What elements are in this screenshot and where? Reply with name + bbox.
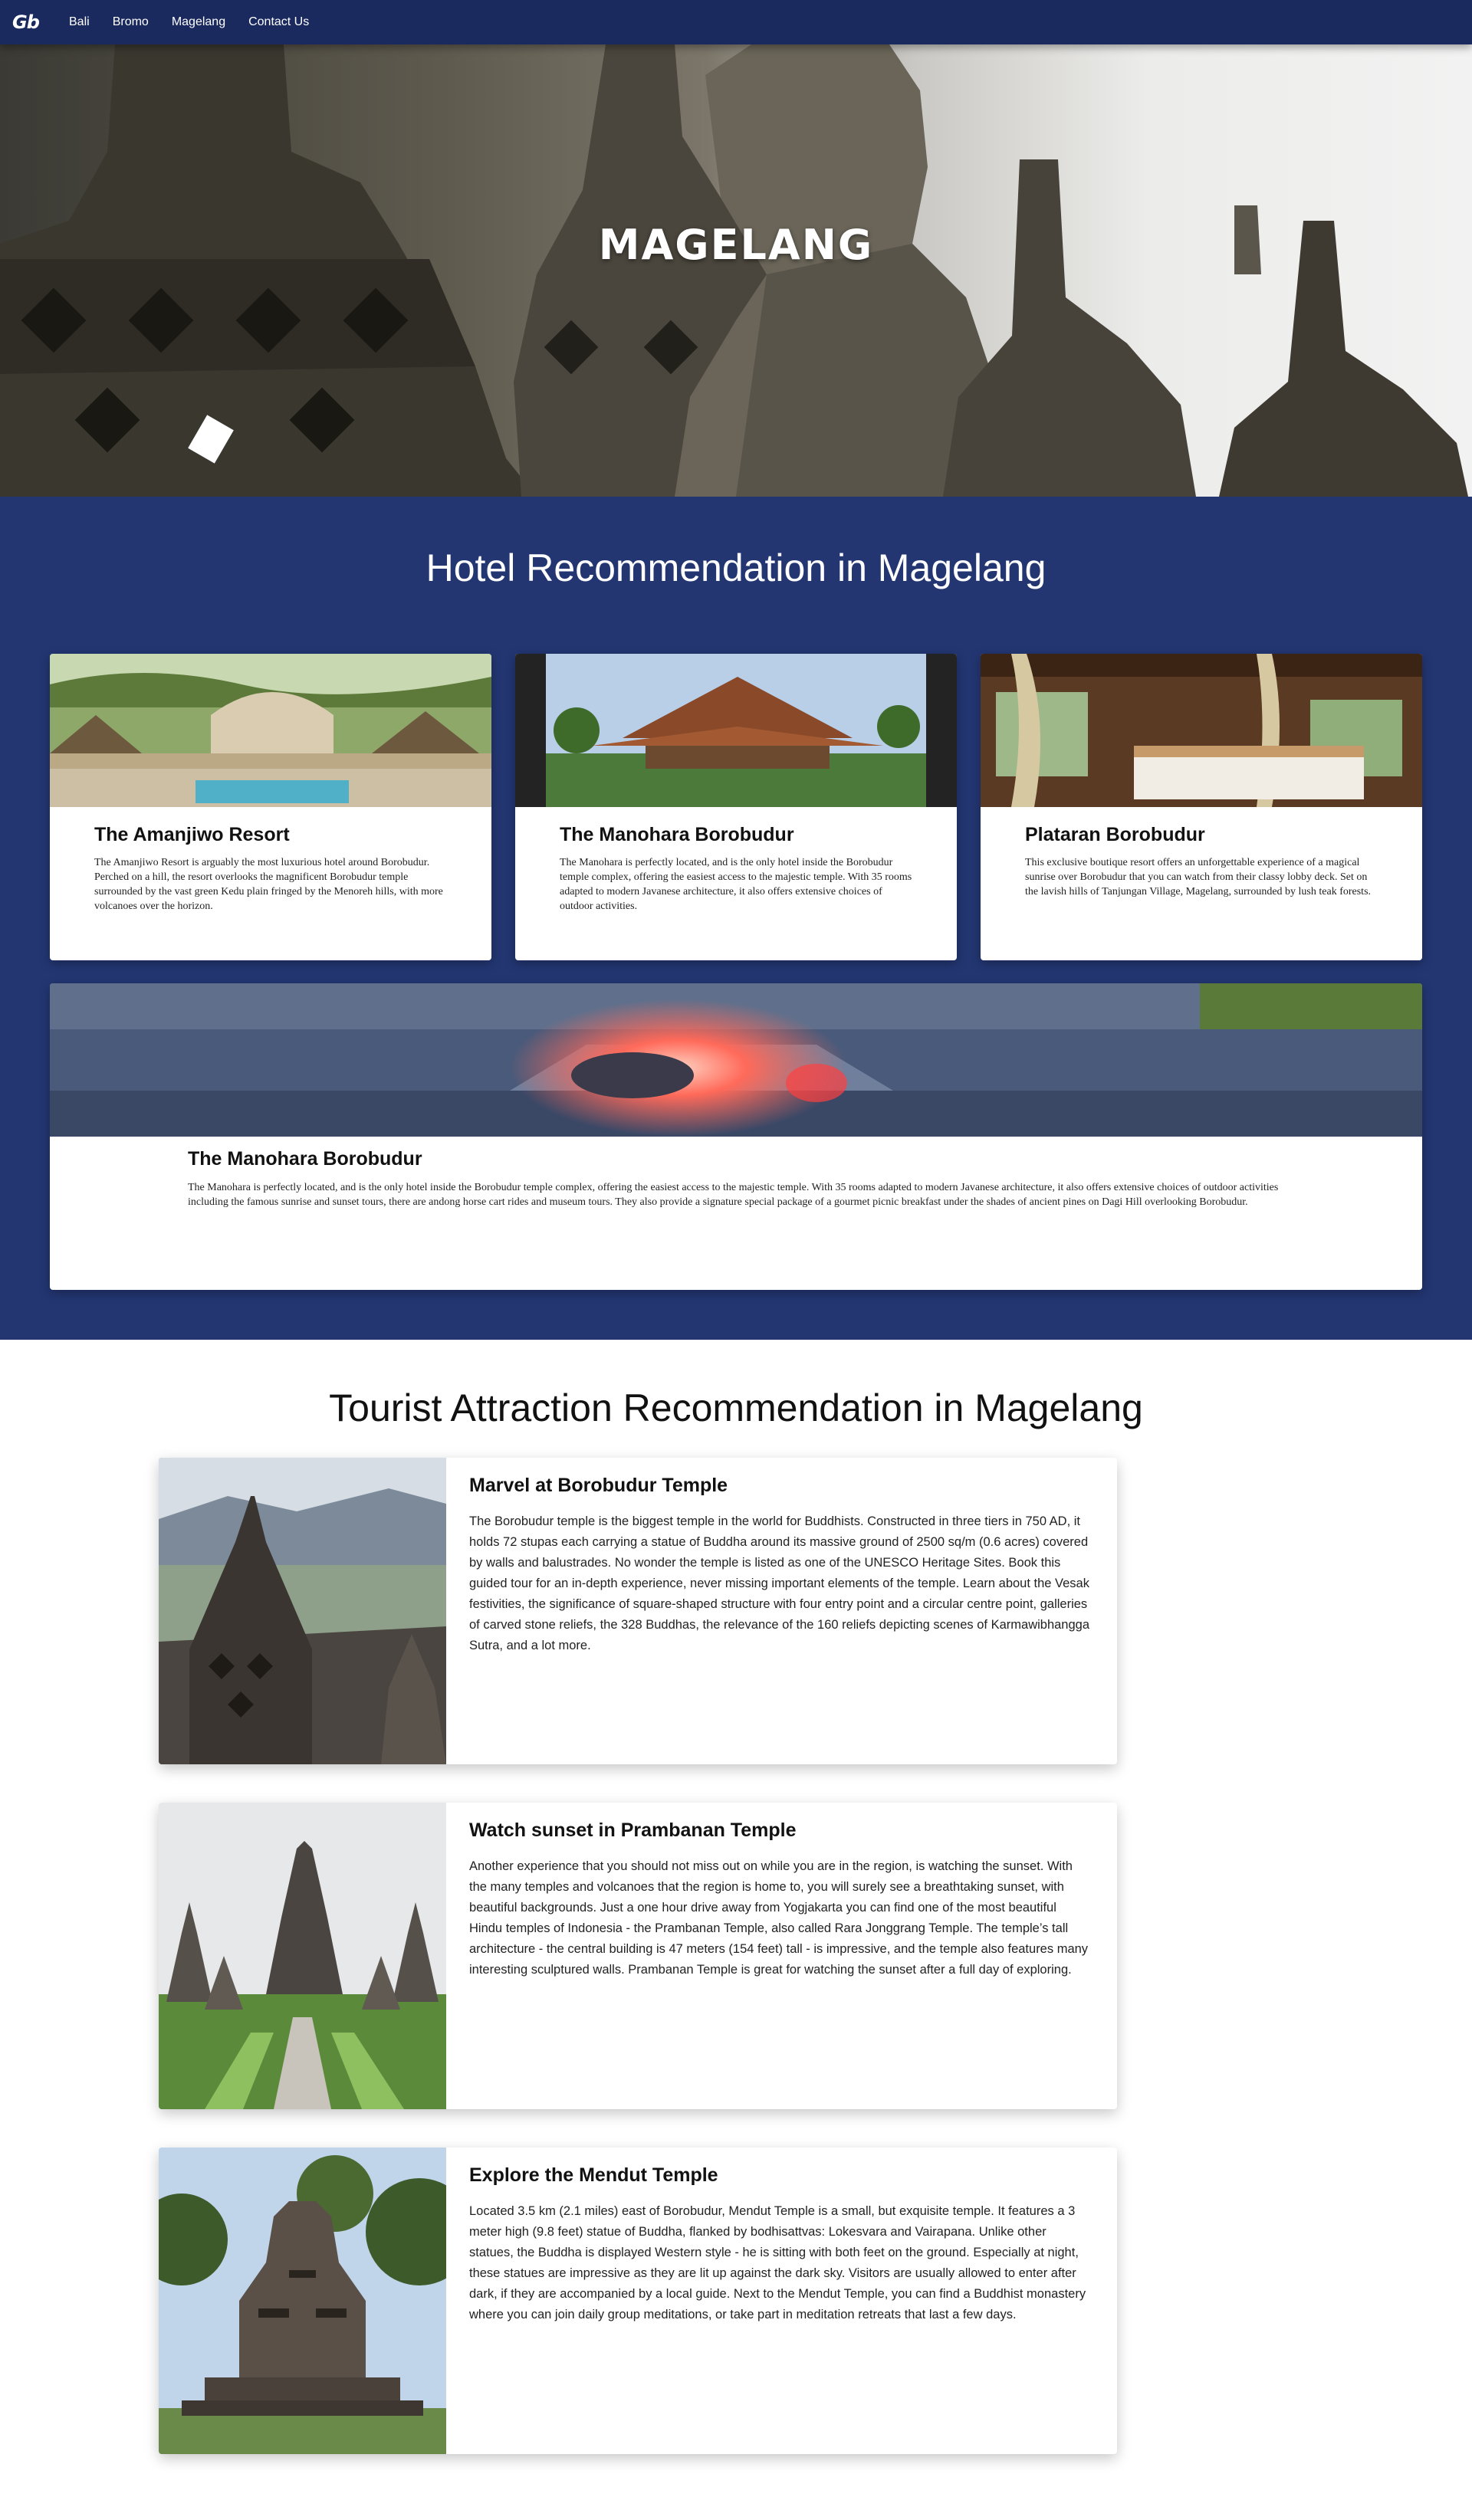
attraction-card-mendut[interactable]: Explore the Mendut Temple Located 3.5 km…: [159, 2148, 1117, 2454]
hotel-image-amanjiwo: [50, 654, 491, 807]
hotel-card-title: The Manohara Borobudur: [188, 1148, 422, 1170]
attraction-card-title: Watch sunset in Prambanan Temple: [469, 1819, 797, 1841]
hotel-card-title: The Manohara Borobudur: [560, 824, 794, 845]
hero-title: MAGELANG: [598, 221, 874, 269]
navbar: Gb Bali Bromo Magelang Contact Us: [0, 0, 1472, 44]
hotel-image-manohara-fountain: [50, 983, 1422, 1137]
attraction-card-borobudur[interactable]: Marvel at Borobudur Temple The Borobudur…: [159, 1458, 1117, 1764]
site-logo[interactable]: Gb: [12, 11, 69, 33]
hotel-section-title: Hotel Recommendation in Magelang: [426, 546, 1046, 589]
attraction-card-text: Another experience that you should not m…: [469, 1859, 1089, 1977]
hotel-card-plataran[interactable]: Plataran Borobudur This exclusive boutiq…: [981, 654, 1422, 960]
attraction-card-text: The Borobudur temple is the biggest temp…: [469, 1514, 1090, 1652]
hotel-image-manohara: [515, 654, 957, 807]
attraction-card-text: Located 3.5 km (2.1 miles) east of Borob…: [469, 2204, 1086, 2321]
hotel-card-text: The Manohara is perfectly located, and i…: [188, 1182, 1279, 1208]
hotel-card-manohara[interactable]: The Manohara Borobudur The Manohara is p…: [515, 654, 957, 960]
hotel-image-plataran: [981, 654, 1422, 807]
hotel-section: Hotel Recommendation in Magelang The Ama…: [0, 497, 1472, 1340]
nav-link-bali[interactable]: Bali: [69, 15, 90, 29]
hero-image: [0, 44, 1468, 497]
hotel-card-manohara-wide[interactable]: The Manohara Borobudur The Manohara is p…: [50, 983, 1422, 1290]
attraction-image-borobudur: [159, 1458, 446, 1764]
attraction-image-mendut: [159, 2148, 446, 2454]
attraction-card-prambanan[interactable]: Watch sunset in Prambanan Temple Another…: [159, 1803, 1117, 2109]
attraction-card-title: Marvel at Borobudur Temple: [469, 1475, 728, 1496]
hotel-card-title: Plataran Borobudur: [1025, 824, 1205, 845]
nav-link-bromo[interactable]: Bromo: [113, 15, 149, 29]
hotel-card-amanjiwo[interactable]: The Amanjiwo Resort The Amanjiwo Resort …: [50, 654, 491, 960]
hotel-card-text: The Manohara is perfectly located, and i…: [560, 857, 912, 912]
hotel-card-text: This exclusive boutique resort offers an…: [1025, 857, 1372, 897]
attraction-section-title: Tourist Attraction Recommendation in Mag…: [329, 1386, 1143, 1429]
nav-link-magelang[interactable]: Magelang: [172, 15, 225, 29]
nav-link-contact-us[interactable]: Contact Us: [248, 15, 309, 29]
hotel-card-text: The Amanjiwo Resort is arguably the most…: [94, 857, 443, 912]
hotel-card-title: The Amanjiwo Resort: [94, 824, 290, 845]
hero-banner: MAGELANG: [0, 44, 1472, 497]
attraction-card-title: Explore the Mendut Temple: [469, 2164, 718, 2186]
attraction-image-prambanan: [159, 1803, 446, 2109]
